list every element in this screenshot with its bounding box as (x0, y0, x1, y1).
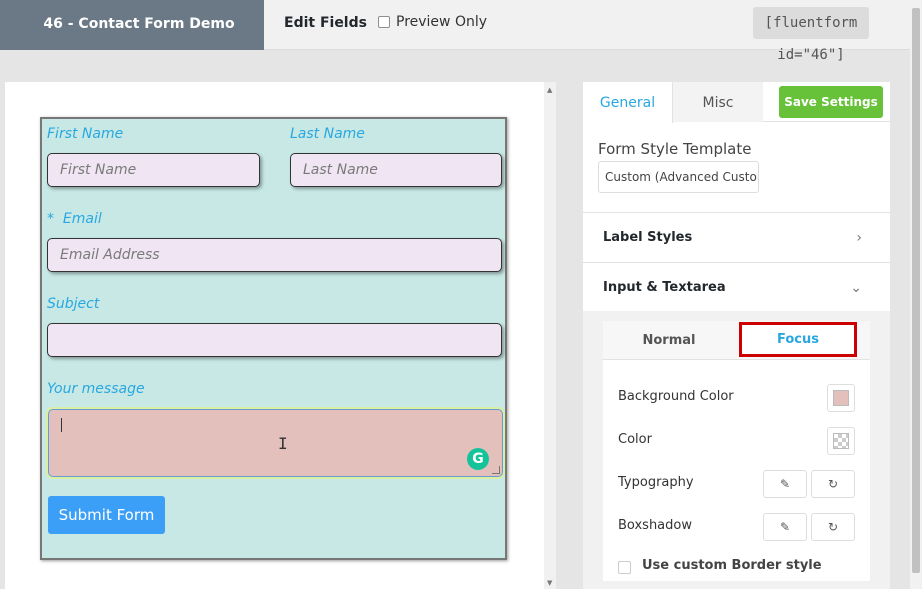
last-name-label: Last Name (290, 126, 365, 142)
window-scrollbar-thumb[interactable] (912, 8, 920, 573)
tab-normal[interactable]: Normal (603, 321, 735, 360)
typography-label: Typography (618, 475, 694, 490)
custom-border-checkbox[interactable] (618, 561, 631, 574)
input-textarea-section[interactable]: Input & Textarea ⌄ (583, 262, 890, 312)
subject-input[interactable] (47, 323, 502, 357)
boxshadow-edit-button[interactable]: ✎ (763, 513, 807, 541)
chevron-right-icon: › (856, 230, 862, 246)
color-label: Color (618, 432, 652, 447)
preview-only-checkbox[interactable] (378, 16, 390, 28)
first-name-input[interactable]: First Name (47, 153, 260, 187)
required-mark: * (47, 211, 54, 227)
custom-border-label[interactable]: Use custom Border style (642, 558, 822, 573)
submit-button[interactable]: Submit Form (48, 496, 165, 534)
first-name-label: First Name (47, 126, 124, 142)
typography-reset-button[interactable]: ↻ (811, 470, 855, 498)
ibeam-cursor-icon: I (278, 434, 288, 453)
preview-only-toggle[interactable]: Preview Only (378, 14, 487, 30)
grammarly-icon[interactable]: G (467, 448, 489, 470)
transparent-swatch-icon (833, 433, 849, 449)
style-settings-panel: General Misc Save Settings Form Style Te… (583, 82, 890, 589)
top-bar: 46 - Contact Form Demo Edit Fields Previ… (0, 0, 922, 63)
input-textarea-title: Input & Textarea (603, 280, 726, 295)
label-styles-title: Label Styles (603, 230, 693, 245)
message-label: Your message (47, 381, 145, 397)
resize-handle[interactable] (492, 466, 500, 474)
text-caret (61, 418, 62, 432)
window-scrollbar[interactable] (910, 0, 922, 589)
tab-misc[interactable]: Misc (673, 82, 763, 122)
last-name-input[interactable]: Last Name (290, 153, 502, 187)
label-styles-section[interactable]: Label Styles › (583, 212, 890, 262)
message-textarea[interactable]: I G (48, 409, 503, 477)
form-style-template-label: Form Style Template (598, 140, 752, 158)
preview-only-label: Preview Only (396, 14, 488, 30)
tab-general[interactable]: General (583, 82, 673, 123)
subject-label: Subject (47, 296, 100, 312)
chevron-down-icon: ⌄ (850, 280, 862, 296)
scroll-down-icon[interactable]: ▼ (547, 579, 552, 587)
typography-edit-button[interactable]: ✎ (763, 470, 807, 498)
form-style-template-select[interactable]: Custom (Advanced Custom (598, 161, 759, 193)
email-input[interactable]: Email Address (47, 238, 502, 272)
settings-tabs: General Misc Save Settings (583, 82, 890, 123)
tab-focus[interactable]: Focus (739, 322, 857, 357)
form-title[interactable]: 46 - Contact Form Demo (0, 0, 264, 50)
background-color-swatch (833, 390, 849, 406)
boxshadow-reset-button[interactable]: ↻ (811, 513, 855, 541)
input-textarea-panel: Normal Focus Background Color Color Typo… (583, 311, 890, 589)
boxshadow-label: Boxshadow (618, 518, 692, 533)
refresh-icon: ↻ (827, 477, 839, 491)
email-label: * Email (47, 211, 102, 227)
shortcode-badge[interactable]: [fluentform id="46"] (753, 7, 869, 63)
pencil-icon: ✎ (779, 477, 791, 491)
contact-form: First Name First Name Last Name Last Nam… (40, 117, 507, 560)
state-settings: Normal Focus Background Color Color Typo… (603, 321, 870, 581)
background-color-label: Background Color (618, 389, 734, 404)
scroll-up-icon[interactable]: ▲ (547, 86, 552, 94)
state-tabs: Normal Focus (603, 321, 870, 360)
email-label-text: Email (62, 211, 102, 227)
save-settings-button[interactable]: Save Settings (779, 86, 883, 118)
preview-scrollbar[interactable]: ▲ ▼ (544, 82, 556, 589)
background-color-picker[interactable] (827, 384, 855, 412)
pencil-icon: ✎ (779, 520, 791, 534)
color-picker[interactable] (827, 427, 855, 455)
refresh-icon: ↻ (827, 520, 839, 534)
app-root: 46 - Contact Form Demo Edit Fields Previ… (0, 0, 922, 589)
edit-fields-link[interactable]: Edit Fields (284, 0, 367, 48)
